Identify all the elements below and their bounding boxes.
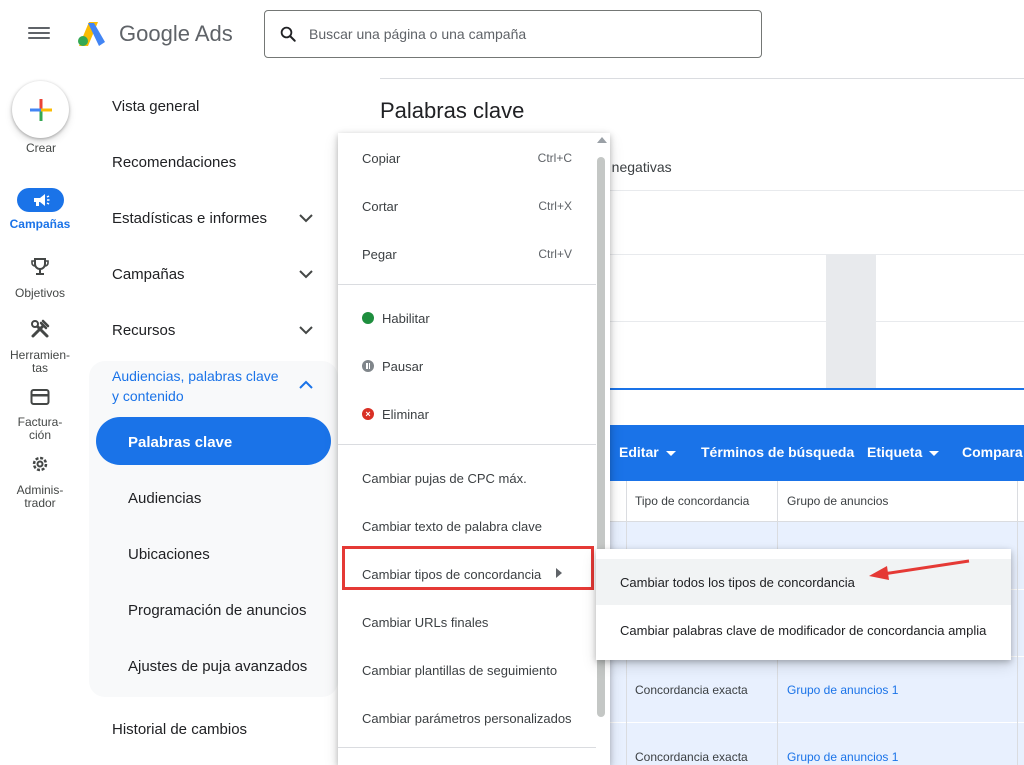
trophy-icon-svg xyxy=(31,258,49,275)
edit-button[interactable]: Editar xyxy=(619,444,676,460)
create-button[interactable] xyxy=(12,81,69,138)
tools-icon-svg xyxy=(31,319,50,338)
shortcut-paste: Ctrl+V xyxy=(538,247,572,261)
rail-label-admin-2: trador xyxy=(24,496,56,510)
menu-change-keyword-text[interactable]: Cambiar texto de palabra clave xyxy=(362,519,542,534)
nav-audiences-panel xyxy=(89,361,338,697)
main-menu-button[interactable] xyxy=(28,24,50,42)
enabled-status-icon xyxy=(362,312,374,324)
nav-audiences-line1[interactable]: Audiencias, palabras clave xyxy=(112,368,279,384)
megaphone-icon xyxy=(33,194,49,206)
menu-paste[interactable]: Pegar xyxy=(362,247,397,262)
rail-label-goals: Objetivos xyxy=(14,286,66,300)
nav-resources[interactable]: Recursos xyxy=(112,322,175,339)
rail-label-admin-1: Adminis- xyxy=(16,483,64,497)
gear-icon[interactable] xyxy=(28,453,52,475)
col-header-ad-group[interactable]: Grupo de anuncios xyxy=(787,494,888,508)
nav-sub-bid-adjustments[interactable]: Ajustes de puja avanzados xyxy=(128,658,307,675)
label-button[interactable]: Etiqueta xyxy=(867,444,940,460)
rail-label-billing-2: ción xyxy=(28,428,51,442)
menu-separator xyxy=(338,747,596,748)
tools-icon[interactable] xyxy=(28,318,52,340)
nav-sub-placements[interactable]: Ubicaciones xyxy=(128,546,210,563)
credit-card-icon-svg xyxy=(30,389,50,405)
search-box[interactable] xyxy=(264,10,762,58)
cell-match-type: Concordancia exacta xyxy=(635,750,748,764)
row-divider xyxy=(600,722,1024,723)
removed-status-icon: × xyxy=(362,408,374,420)
rail-label-tools-2: tas xyxy=(31,361,48,375)
menu-separator xyxy=(338,444,596,445)
brand-name: Google Ads xyxy=(119,21,233,46)
menu-icon-bar xyxy=(28,27,50,29)
rail-label-campaigns: Campañas xyxy=(9,217,71,231)
chart-gridline xyxy=(600,190,1024,191)
menu-enable[interactable]: Habilitar xyxy=(382,311,430,326)
nav-overview[interactable]: Vista general xyxy=(112,98,199,115)
rail-item-campaigns[interactable] xyxy=(17,188,64,212)
menu-change-tracking-templates[interactable]: Cambiar plantillas de seguimiento xyxy=(362,663,557,678)
menu-icon-bar xyxy=(28,32,50,34)
context-menu: Copiar Ctrl+C Cortar Ctrl+X Pegar Ctrl+V… xyxy=(338,133,610,765)
search-terms-button[interactable]: Términos de búsqueda xyxy=(701,444,854,460)
tab-negative-keywords[interactable]: e negativas xyxy=(600,159,672,175)
nav-stats[interactable]: Estadísticas e informes xyxy=(112,210,267,227)
highlight-box xyxy=(342,546,594,590)
chart-bar xyxy=(826,254,876,388)
compare-button[interactable]: Compara xyxy=(962,444,1023,460)
google-ads-logo-icon xyxy=(78,22,105,46)
nav-sub-keywords[interactable]: Palabras clave xyxy=(128,434,232,451)
nav-change-history[interactable]: Historial de cambios xyxy=(112,721,247,738)
menu-remove[interactable]: Eliminar xyxy=(382,407,429,422)
shortcut-cut: Ctrl+X xyxy=(538,199,572,213)
chart-gridline xyxy=(600,254,1024,255)
cell-match-type: Concordancia exacta xyxy=(635,683,748,697)
nav-campaigns[interactable]: Campañas xyxy=(112,266,185,283)
submenu-change-all-match-types[interactable]: Cambiar todos los tipos de concordancia xyxy=(620,575,855,590)
submenu-change-broad-modifier[interactable]: Cambiar palabras clave de modificador de… xyxy=(620,623,986,638)
trophy-icon[interactable] xyxy=(28,256,52,278)
menu-change-final-urls[interactable]: Cambiar URLs finales xyxy=(362,615,488,630)
column-divider xyxy=(1017,481,1018,765)
nav-audiences-line2[interactable]: y contenido xyxy=(112,388,184,404)
rail-label-billing-1: Factura- xyxy=(17,415,63,429)
search-icon xyxy=(280,26,296,42)
create-label: Crear xyxy=(25,141,56,155)
menu-pause[interactable]: Pausar xyxy=(382,359,423,374)
menu-copy[interactable]: Copiar xyxy=(362,151,400,166)
nav-recommendations[interactable]: Recomendaciones xyxy=(112,154,236,171)
cell-ad-group-link[interactable]: Grupo de anuncios 1 xyxy=(787,750,898,764)
nav-sub-audiences[interactable]: Audiencias xyxy=(128,490,201,507)
chevron-up-icon[interactable] xyxy=(299,380,313,390)
credit-card-icon[interactable] xyxy=(28,386,52,408)
chevron-down-icon[interactable] xyxy=(299,213,313,223)
caret-down-icon xyxy=(665,450,676,456)
cell-ad-group-link[interactable]: Grupo de anuncios 1 xyxy=(787,683,898,697)
caret-down-icon xyxy=(929,450,940,456)
scroll-up-arrow-icon[interactable] xyxy=(597,137,607,143)
menu-icon-bar xyxy=(28,37,50,39)
chevron-down-icon[interactable] xyxy=(299,325,313,335)
header-divider xyxy=(380,78,1024,79)
gear-icon-svg xyxy=(32,456,48,472)
menu-cut[interactable]: Cortar xyxy=(362,199,398,214)
shortcut-copy: Ctrl+C xyxy=(537,151,572,165)
plus-icon xyxy=(29,98,52,121)
rail-label-tools-1: Herramien- xyxy=(9,348,70,362)
col-header-match-type[interactable]: Tipo de concordancia xyxy=(635,494,749,508)
nav-sub-ad-schedule[interactable]: Programación de anuncios xyxy=(128,602,306,619)
page-title: Palabras clave xyxy=(380,98,525,123)
menu-change-custom-parameters[interactable]: Cambiar parámetros personalizados xyxy=(362,711,572,726)
menu-separator xyxy=(338,284,596,285)
annotation-arrow-icon xyxy=(869,559,970,580)
pause-status-icon xyxy=(362,360,374,372)
chevron-down-icon[interactable] xyxy=(299,269,313,279)
chart-baseline xyxy=(600,388,1024,390)
edit-label: Editar xyxy=(619,444,659,460)
chart-gridline xyxy=(600,321,1024,322)
label-label: Etiqueta xyxy=(867,444,923,460)
search-input[interactable] xyxy=(307,25,727,43)
menu-change-cpc[interactable]: Cambiar pujas de CPC máx. xyxy=(362,471,527,486)
